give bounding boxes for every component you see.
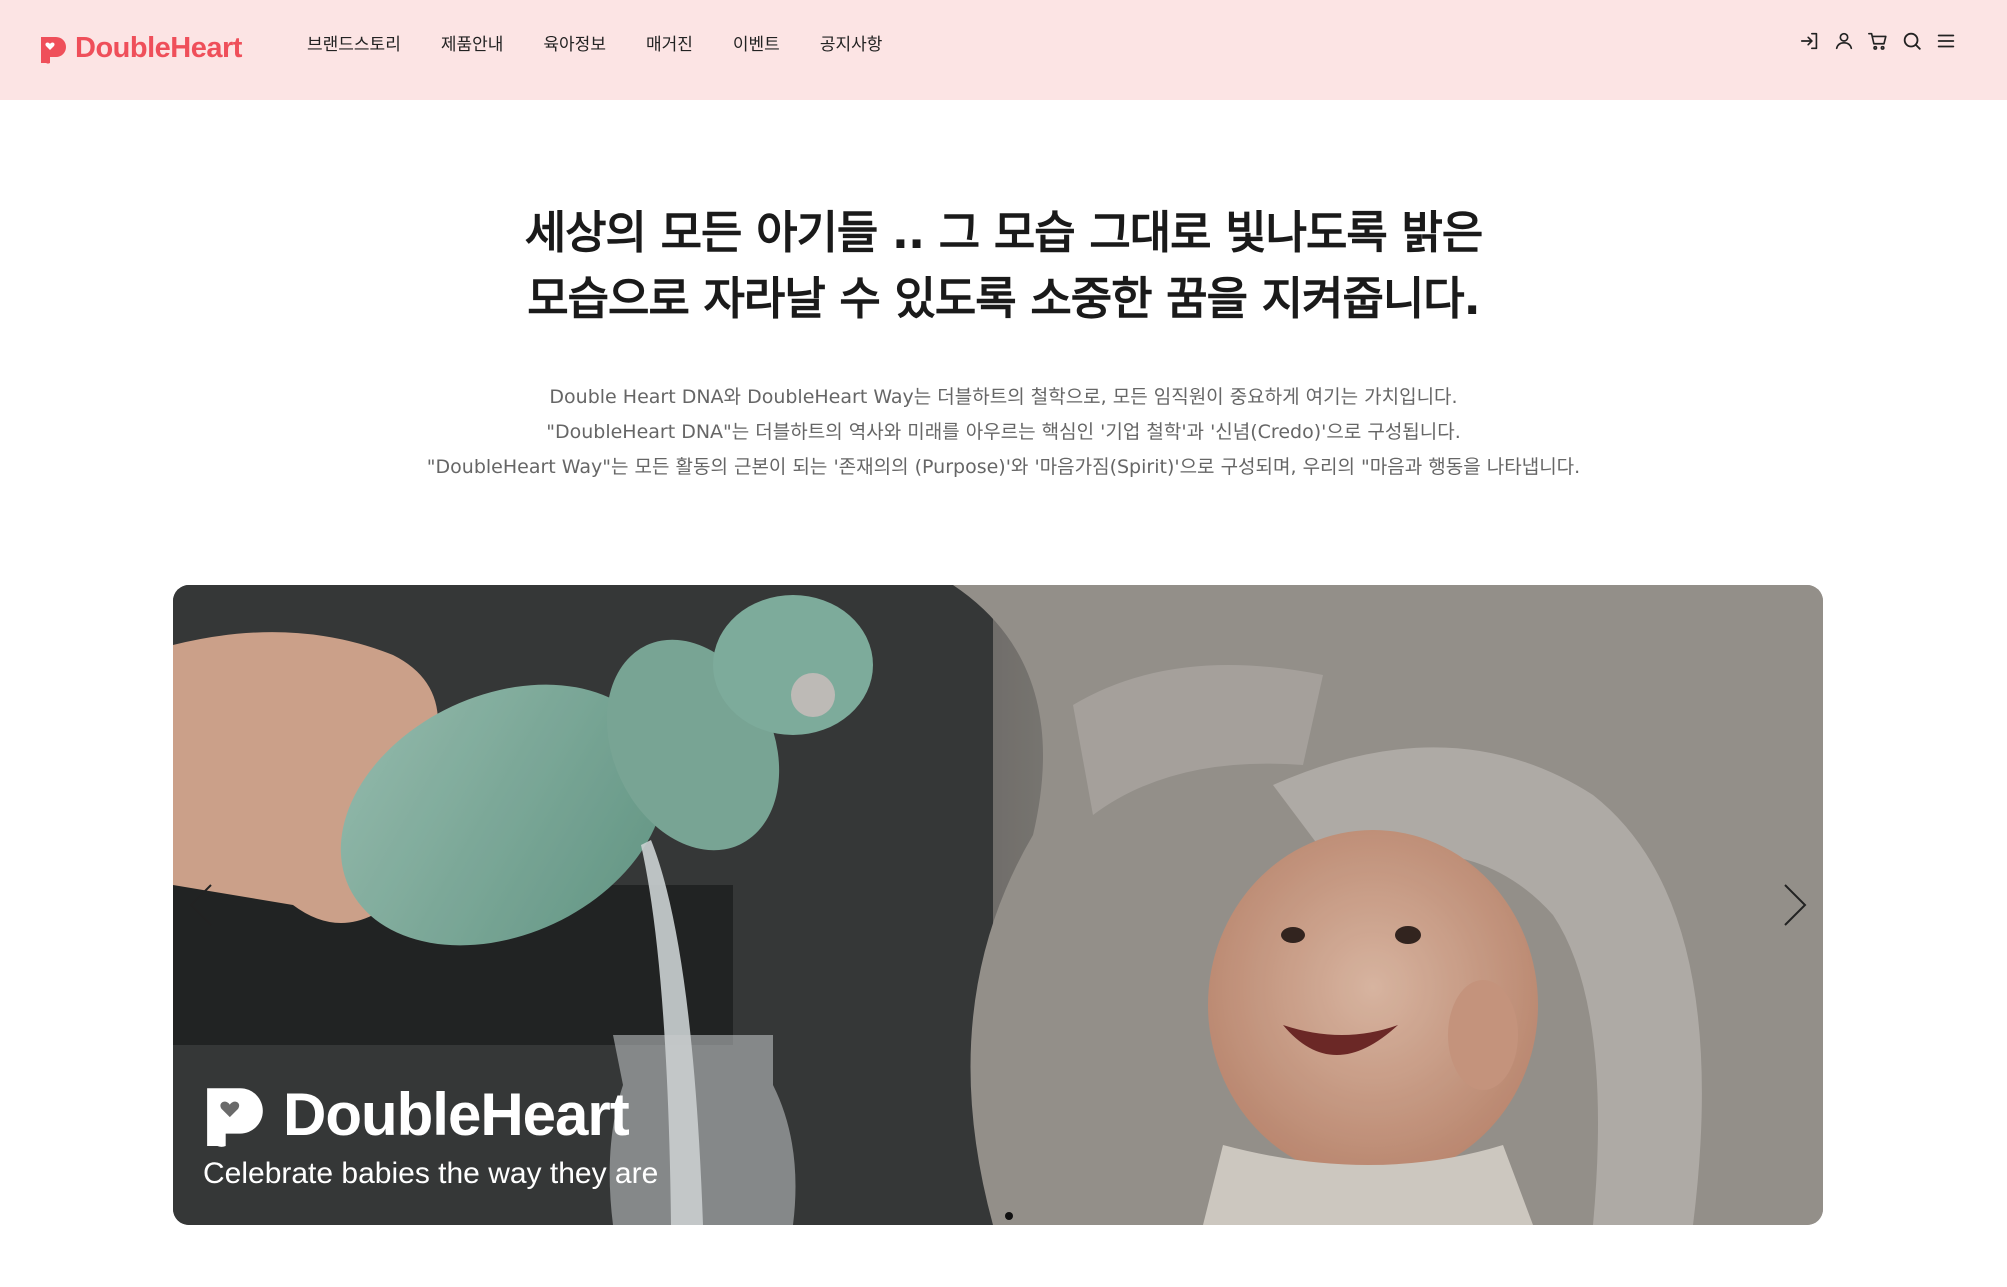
cart-icon[interactable] <box>1867 30 1889 52</box>
hero-description: Double Heart DNA와 DoubleHeart Way는 더블하트의… <box>0 380 2007 485</box>
hero-banner-slider[interactable]: DoubleHeart Celebrate babies the way the… <box>173 585 1823 1225</box>
menu-icon[interactable] <box>1935 30 1957 52</box>
nav-parenting-info[interactable]: 육아정보 <box>543 30 606 60</box>
hero-headline-line-1: 세상의 모든 아기들 .. 그 모습 그대로 빛나도록 밝은 <box>524 206 1484 259</box>
nav-event[interactable]: 이벤트 <box>733 30 780 60</box>
brand-name: DoubleHeart <box>75 31 242 64</box>
login-icon[interactable] <box>1799 30 1821 52</box>
site-header: DoubleHeart 브랜드스토리 제품안내 육아정보 매거진 이벤트 공지사… <box>0 0 2007 100</box>
slider-prev-arrow[interactable] <box>183 875 217 935</box>
banner-brand-name: DoubleHeart <box>283 1081 630 1148</box>
doubleheart-logo-icon <box>207 1087 263 1147</box>
hero-desc-line-1: Double Heart DNA와 DoubleHeart Way는 더블하트의… <box>549 386 1458 408</box>
brand-logo[interactable]: DoubleHeart <box>37 28 242 68</box>
doubleheart-logo-icon <box>41 37 66 64</box>
utility-menu <box>1787 30 1957 52</box>
slider-pagination-dot[interactable] <box>1005 1212 1013 1220</box>
banner-brand-logo: DoubleHeart <box>203 1080 630 1149</box>
slider-next-arrow[interactable] <box>1779 875 1813 935</box>
nav-brand-story[interactable]: 브랜드스토리 <box>307 30 401 60</box>
main-nav: 브랜드스토리 제품안내 육아정보 매거진 이벤트 공지사항 <box>307 30 922 60</box>
banner-tagline: Celebrate babies the way they are <box>203 1157 659 1190</box>
nav-products[interactable]: 제품안내 <box>441 30 504 60</box>
hero-desc-line-2: "DoubleHeart DNA"는 더블하트의 역사와 미래를 아우르는 핵심… <box>546 421 1461 443</box>
hero-desc-line-3: "DoubleHeart Way"는 모든 활동의 근본이 되는 '존재의의 (… <box>426 456 1581 478</box>
search-icon[interactable] <box>1901 30 1923 52</box>
hero-headline: 세상의 모든 아기들 .. 그 모습 그대로 빛나도록 밝은 모습으로 자라날 … <box>0 200 2007 332</box>
hero-headline-line-2: 모습으로 자라날 수 있도록 소중한 꿈을 지켜줍니다. <box>527 272 1481 325</box>
nav-magazine[interactable]: 매거진 <box>646 30 693 60</box>
nav-notice[interactable]: 공지사항 <box>820 30 883 60</box>
user-icon[interactable] <box>1833 30 1855 52</box>
